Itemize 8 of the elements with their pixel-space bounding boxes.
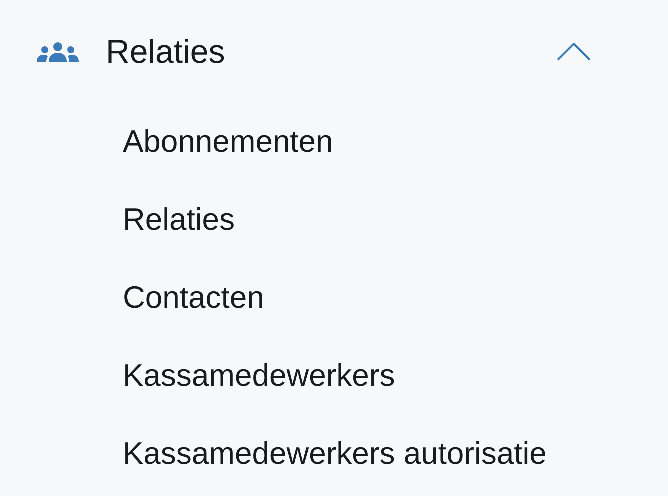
menu-item[interactable]: Relaties <box>123 196 235 244</box>
menu-item[interactable]: Abonnementen <box>123 118 334 166</box>
section-title[interactable]: Relaties <box>106 27 557 77</box>
chevron-up-icon[interactable] <box>557 43 591 61</box>
menu-item[interactable]: Kassamedewerkers <box>123 352 396 400</box>
menu-item[interactable]: Contacten <box>123 274 264 322</box>
people-icon <box>37 42 79 62</box>
menu-item[interactable]: Kassamedewerkers autorisatie <box>123 430 547 478</box>
